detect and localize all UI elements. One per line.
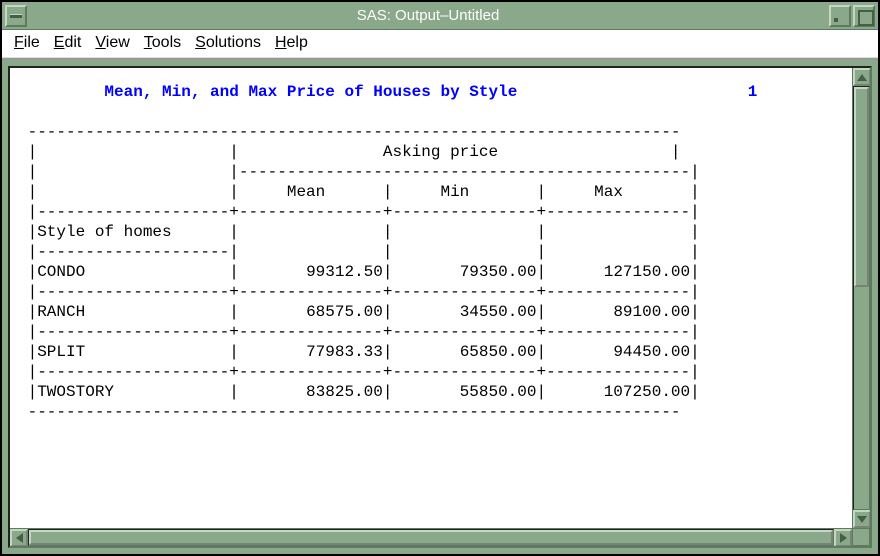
cell: 55850.00 — [460, 383, 537, 401]
app-window: SAS: Output–Untitled File Edit View Tool… — [0, 0, 880, 556]
scroll-left-button[interactable] — [10, 529, 28, 547]
menu-help[interactable]: Help — [275, 34, 308, 52]
cell: 65850.00 — [460, 343, 537, 361]
row-label: TWOSTORY — [37, 383, 114, 401]
maximize-button[interactable] — [853, 5, 875, 27]
scroll-corner — [852, 528, 870, 546]
cell: 89100.00 — [613, 303, 690, 321]
span-header: Asking price — [383, 143, 498, 161]
cell: 94450.00 — [613, 343, 690, 361]
col-min: Min — [440, 183, 469, 201]
page-number: 1 — [748, 83, 758, 101]
cell: 68575.00 — [306, 303, 383, 321]
menu-file[interactable]: File — [14, 34, 40, 52]
output-frame: Mean, Min, and Max Price of Houses by St… — [8, 66, 872, 548]
scroll-track-v[interactable] — [853, 86, 870, 510]
arrow-right-icon — [840, 533, 847, 543]
table-rule: ----------------------------------------… — [18, 123, 700, 421]
arrow-left-icon — [16, 533, 23, 543]
cell: 83825.00 — [306, 383, 383, 401]
system-menu-button[interactable] — [5, 5, 27, 27]
minimize-button[interactable] — [829, 5, 851, 27]
col-max: Max — [594, 183, 623, 201]
scroll-down-button[interactable] — [853, 510, 871, 528]
menu-edit[interactable]: Edit — [54, 34, 82, 52]
output-listing: Mean, Min, and Max Price of Houses by St… — [10, 68, 870, 546]
menu-tools[interactable]: Tools — [144, 34, 181, 52]
cell: 99312.50 — [306, 263, 383, 281]
menu-view[interactable]: View — [95, 34, 129, 52]
scroll-up-button[interactable] — [853, 68, 871, 86]
col-mean: Mean — [287, 183, 325, 201]
window-title: SAS: Output–Untitled — [27, 7, 829, 24]
arrow-up-icon — [857, 74, 867, 81]
client-area: Mean, Min, and Max Price of Houses by St… — [2, 60, 878, 554]
scroll-track-h[interactable] — [28, 529, 834, 546]
scroll-thumb-v[interactable] — [854, 87, 869, 287]
vertical-scrollbar[interactable] — [852, 68, 870, 528]
cell: 34550.00 — [460, 303, 537, 321]
title-bar[interactable]: SAS: Output–Untitled — [2, 2, 878, 30]
cell: 127150.00 — [604, 263, 690, 281]
row-header-label: Style of homes — [37, 223, 171, 241]
cell: 107250.00 — [604, 383, 690, 401]
horizontal-scrollbar[interactable] — [10, 528, 852, 546]
cell: 77983.33 — [306, 343, 383, 361]
scroll-thumb-h[interactable] — [29, 530, 833, 545]
menu-bar: File Edit View Tools Solutions Help — [2, 30, 878, 60]
cell: 79350.00 — [460, 263, 537, 281]
row-label: RANCH — [37, 303, 85, 321]
report-title: Mean, Min, and Max Price of Houses by St… — [104, 83, 517, 101]
row-label: SPLIT — [37, 343, 85, 361]
scroll-right-button[interactable] — [834, 529, 852, 547]
menu-solutions[interactable]: Solutions — [195, 34, 261, 52]
row-label: CONDO — [37, 263, 85, 281]
arrow-down-icon — [857, 516, 867, 523]
window-controls — [829, 5, 875, 27]
